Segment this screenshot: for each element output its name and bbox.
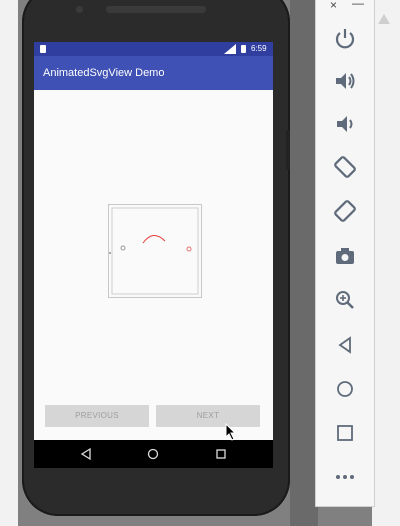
zoom-icon[interactable] xyxy=(333,288,357,312)
minimize-icon[interactable]: — xyxy=(352,0,364,10)
svg-red-arc xyxy=(142,235,166,244)
host-left-panel xyxy=(0,0,18,526)
app-bar: AnimatedSvgView Demo xyxy=(34,56,273,90)
device-side-button[interactable] xyxy=(286,130,290,170)
camera-icon[interactable] xyxy=(333,244,357,268)
volume-up-icon[interactable] xyxy=(333,69,357,93)
volume-down-icon[interactable] xyxy=(333,112,357,136)
svg-inner-frame xyxy=(111,207,199,295)
recents-icon[interactable] xyxy=(214,447,228,461)
status-bar: 6:59 xyxy=(34,42,273,56)
rotate-right-icon[interactable] xyxy=(333,199,357,223)
host-divider xyxy=(290,0,318,526)
signal-icon xyxy=(224,44,238,56)
home-icon[interactable] xyxy=(146,447,160,461)
svg-right-dot xyxy=(186,246,192,252)
host-drive-icon xyxy=(378,14,390,24)
previous-button[interactable]: PREVIOUS xyxy=(45,405,149,427)
next-button[interactable]: NEXT xyxy=(156,405,260,427)
more-icon[interactable] xyxy=(333,465,357,489)
close-icon[interactable]: × xyxy=(330,0,337,12)
power-icon[interactable] xyxy=(333,26,357,50)
emulator-toolbar: × — xyxy=(315,0,375,507)
navigation-bar xyxy=(34,440,273,468)
svg-left-dot xyxy=(120,245,126,251)
home-icon[interactable] xyxy=(333,377,357,401)
back-icon[interactable] xyxy=(333,333,357,357)
front-camera xyxy=(76,6,83,13)
mouse-cursor-icon xyxy=(225,422,237,446)
app-title: AnimatedSvgView Demo xyxy=(43,67,165,79)
device-screen: 6:59 AnimatedSvgView Demo PREVIOUS NEXT xyxy=(34,42,273,468)
back-icon[interactable] xyxy=(79,447,93,461)
speaker-grille xyxy=(106,6,206,13)
overview-icon[interactable] xyxy=(333,421,357,445)
status-time: 6:59 xyxy=(251,44,267,53)
animated-svg-view xyxy=(108,204,202,298)
sd-card-icon xyxy=(40,45,46,53)
battery-icon xyxy=(241,45,246,53)
svg-drawing xyxy=(109,207,199,295)
host-right-panel xyxy=(372,0,400,526)
rotate-left-icon[interactable] xyxy=(333,155,357,179)
